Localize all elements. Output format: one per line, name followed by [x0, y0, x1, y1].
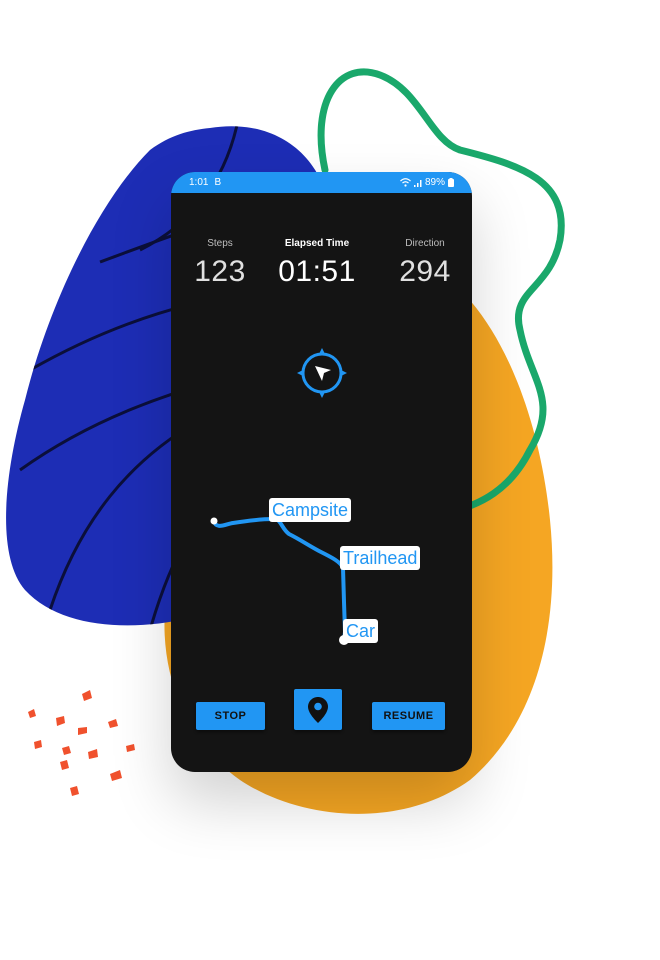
place-label-trailhead: Trailhead	[340, 546, 421, 570]
place-label-car: Car	[343, 619, 379, 643]
place-label-campsite: Campsite	[269, 498, 352, 522]
location-pin-icon	[308, 696, 328, 723]
add-marker-button[interactable]	[294, 689, 342, 730]
route-path	[212, 516, 347, 642]
red-dots	[28, 690, 135, 796]
resume-button[interactable]: RESUME	[372, 702, 445, 730]
phone-screen: 1:01 B 89% Steps 123 Elapsed Time 01:51 …	[171, 172, 472, 772]
route-start-dot	[210, 517, 218, 525]
route-map[interactable]	[171, 172, 472, 772]
stop-button[interactable]: STOP	[196, 702, 265, 730]
